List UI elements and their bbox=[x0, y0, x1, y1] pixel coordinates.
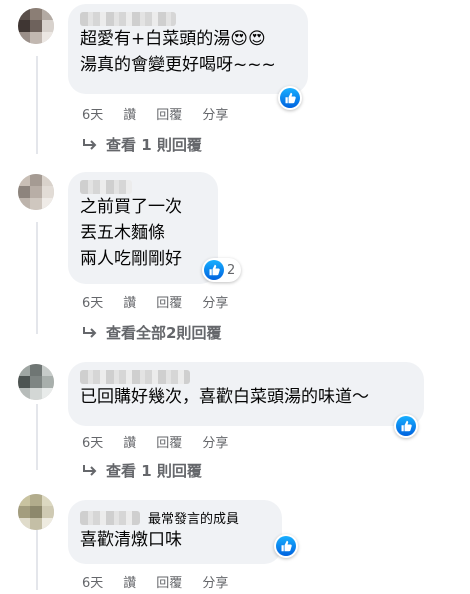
thread-line bbox=[36, 56, 38, 154]
like-reaction[interactable] bbox=[394, 414, 418, 438]
comment-text-line: 之前買了一次 bbox=[80, 197, 182, 217]
comment-actions: 6天 讚 回覆 分享 bbox=[82, 104, 248, 123]
like-reaction[interactable]: 2 bbox=[202, 258, 242, 282]
thumbs-up-icon bbox=[204, 260, 224, 280]
reply-arrow-icon bbox=[83, 138, 97, 150]
avatar[interactable] bbox=[18, 174, 54, 210]
view-replies-link[interactable]: 查看 1 則回覆 bbox=[82, 460, 202, 481]
reply-link[interactable]: 回覆 bbox=[156, 572, 182, 591]
reply-link[interactable]: 回覆 bbox=[156, 292, 182, 311]
reply-arrow-icon bbox=[83, 464, 97, 476]
top-fan-badge: 最常發言的成員 bbox=[148, 512, 240, 527]
comment-time[interactable]: 6天 bbox=[82, 572, 103, 591]
view-replies-label: 查看 1 則回覆 bbox=[106, 136, 202, 154]
reply-link[interactable]: 回覆 bbox=[156, 104, 182, 123]
commenter-name[interactable] bbox=[80, 12, 176, 26]
like-reaction[interactable] bbox=[274, 534, 298, 558]
avatar[interactable] bbox=[18, 364, 54, 400]
comment-text-line: 喜歡清燉口味 bbox=[80, 530, 182, 550]
comment-bubble: 已回購好幾次，喜歡白菜頭湯的味道～ bbox=[68, 362, 424, 426]
avatar[interactable] bbox=[18, 8, 54, 44]
comment-actions: 6天 讚 回覆 分享 bbox=[82, 572, 248, 591]
like-link[interactable]: 讚 bbox=[123, 432, 136, 451]
view-replies-label: 查看全部2則回覆 bbox=[106, 324, 222, 342]
share-link[interactable]: 分享 bbox=[202, 292, 228, 311]
comment-text-line: 超愛有+白菜頭的湯😍😍 bbox=[80, 29, 266, 49]
comment-actions: 6天 讚 回覆 分享 bbox=[82, 432, 248, 451]
view-replies-link[interactable]: 查看 1 則回覆 bbox=[82, 134, 202, 155]
thumbs-up-icon bbox=[276, 536, 296, 556]
comment-actions: 6天 讚 回覆 分享 bbox=[82, 292, 248, 311]
comment-time[interactable]: 6天 bbox=[82, 292, 103, 311]
thread-line bbox=[36, 530, 38, 590]
comment-text-line: 湯真的會變更好喝呀~~~ bbox=[80, 55, 276, 75]
thumbs-up-icon bbox=[396, 416, 416, 436]
thumbs-up-icon bbox=[280, 88, 300, 108]
thread-line bbox=[36, 222, 38, 334]
comment-text-line: 兩人吃剛剛好 bbox=[80, 249, 182, 269]
share-link[interactable]: 分享 bbox=[202, 432, 228, 451]
thread-line bbox=[36, 404, 38, 470]
commenter-name[interactable] bbox=[80, 510, 140, 525]
view-replies-label: 查看 1 則回覆 bbox=[106, 462, 202, 480]
comment-time[interactable]: 6天 bbox=[82, 432, 103, 451]
like-link[interactable]: 讚 bbox=[123, 572, 136, 591]
commenter-name[interactable] bbox=[80, 180, 132, 194]
like-link[interactable]: 讚 bbox=[123, 292, 136, 311]
reply-link[interactable]: 回覆 bbox=[156, 432, 182, 451]
comment-text-line: 丟五木麵條 bbox=[80, 223, 165, 243]
view-replies-link[interactable]: 查看全部2則回覆 bbox=[82, 322, 221, 343]
avatar[interactable] bbox=[18, 494, 54, 530]
share-link[interactable]: 分享 bbox=[202, 104, 228, 123]
reply-arrow-icon bbox=[83, 326, 97, 338]
commenter-name[interactable] bbox=[80, 370, 190, 384]
comment-text-line: 已回購好幾次，喜歡白菜頭湯的味道～ bbox=[80, 387, 369, 407]
like-reaction[interactable] bbox=[278, 86, 302, 110]
comment-bubble: 最常發言的成員 喜歡清燉口味 bbox=[68, 500, 282, 564]
like-count: 2 bbox=[227, 262, 236, 278]
comment-bubble: 之前買了一次 丟五木麵條 兩人吃剛剛好 bbox=[68, 172, 218, 284]
comment-time[interactable]: 6天 bbox=[82, 104, 103, 123]
comment-bubble: 超愛有+白菜頭的湯😍😍 湯真的會變更好喝呀~~~ bbox=[68, 4, 308, 94]
share-link[interactable]: 分享 bbox=[202, 572, 228, 591]
like-link[interactable]: 讚 bbox=[123, 104, 136, 123]
